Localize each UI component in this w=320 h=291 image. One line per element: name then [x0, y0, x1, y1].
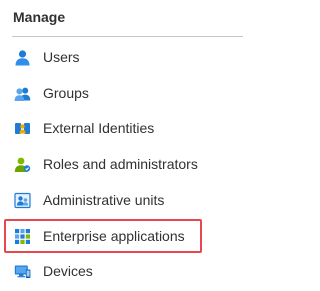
nav-item-external-identities[interactable]: External Identities	[0, 113, 230, 143]
nav-item-label: Devices	[43, 263, 93, 279]
nav-item-label: Roles and administrators	[43, 156, 198, 172]
manage-section-header: Manage	[13, 9, 66, 25]
nav-item-label: Enterprise applications	[43, 228, 185, 244]
section-divider	[12, 36, 243, 37]
nav-item-label: External Identities	[43, 120, 155, 136]
nav-item-roles-and-administrators[interactable]: Roles and administrators	[0, 149, 230, 179]
enterprise-apps-icon	[15, 229, 30, 244]
nav-item-label: Groups	[43, 85, 89, 101]
external-identities-icon	[15, 123, 30, 134]
user-icon	[15, 50, 30, 66]
nav-item-enterprise-applications[interactable]: Enterprise applications	[0, 221, 230, 251]
nav-item-label: Administrative units	[43, 192, 165, 208]
groups-icon	[14, 87, 31, 101]
nav-item-label: Users	[43, 49, 80, 65]
devices-icon	[14, 265, 31, 278]
nav-item-users[interactable]: Users	[0, 42, 230, 72]
nav-item-groups[interactable]: Groups	[0, 78, 230, 108]
nav-item-administrative-units[interactable]: Administrative units	[0, 185, 230, 215]
roles-icon	[14, 157, 31, 172]
admin-units-icon	[14, 192, 31, 209]
nav-item-devices[interactable]: Devices	[0, 256, 230, 286]
